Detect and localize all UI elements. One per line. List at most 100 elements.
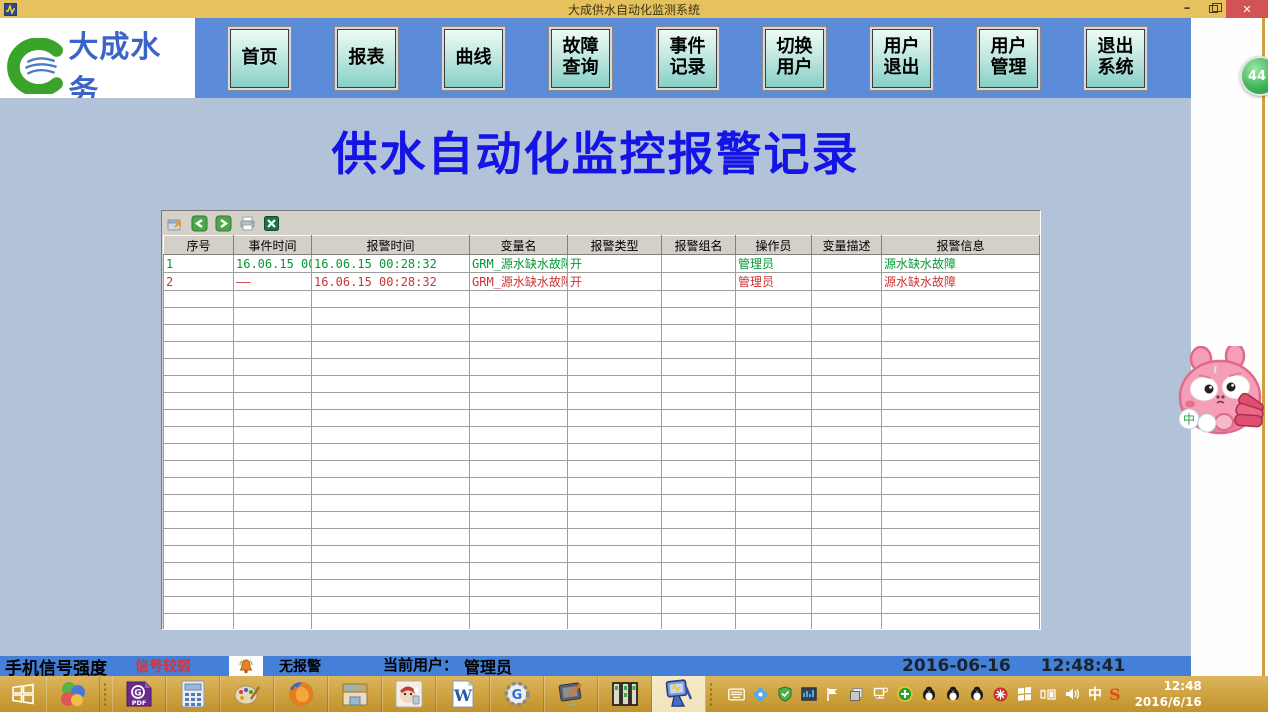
restore-button[interactable] (1200, 0, 1226, 18)
paint-app-icon[interactable] (220, 676, 274, 712)
col-header[interactable]: 变量描述 (812, 236, 882, 255)
table-row-empty (164, 342, 1040, 359)
close-button[interactable]: ✕ (1226, 0, 1268, 18)
word-app-icon[interactable]: W (436, 676, 490, 712)
col-header[interactable]: 序号 (164, 236, 234, 255)
tablet-pen-app-icon[interactable] (544, 676, 598, 712)
table-row[interactable]: 2 —— 16.06.15 00:28:32 GRM_源水缺水故障 开 管理员 … (164, 273, 1040, 291)
plc-app-icon[interactable] (598, 676, 652, 712)
page-title: 供水自动化监控报警记录 (0, 118, 1191, 184)
table-row-empty (164, 291, 1040, 308)
taskbar-clock[interactable]: 12:48 2016/6/16 (1135, 678, 1202, 710)
ime-badge: 中 (1183, 412, 1195, 427)
nav-button-fault-query[interactable]: 故障 查询 (549, 27, 612, 90)
nav-button-curves[interactable]: 曲线 (442, 27, 505, 90)
ime-indicator[interactable]: 中 (1088, 684, 1102, 704)
nav-button-exit-system[interactable]: 退出 系统 (1084, 27, 1147, 90)
next-arrow-icon[interactable] (215, 215, 232, 232)
col-header[interactable]: 变量名 (470, 236, 568, 255)
qq-penguin-icon[interactable] (920, 686, 937, 703)
table-row-empty (164, 393, 1040, 410)
svg-text:W: W (453, 686, 473, 705)
nav-button-event-records[interactable]: 事件 记录 (656, 27, 719, 90)
table-row-empty (164, 546, 1040, 563)
table-row-empty (164, 597, 1040, 614)
alarm-table-body: 1 16.06.15 00 16.06.15 00:28:32 GRM_源水缺水… (164, 255, 1040, 631)
export-icon[interactable] (167, 215, 184, 232)
calculator-app-icon[interactable] (166, 676, 220, 712)
col-header[interactable]: 操作员 (736, 236, 812, 255)
statusbar-time: 12:48:41 (1041, 656, 1126, 676)
touch-keyboard-icon[interactable] (728, 686, 745, 703)
copy-windows-icon[interactable] (848, 686, 865, 703)
main-content: 供水自动化监控报警记录 (0, 98, 1191, 656)
clock-time: 12:48 (1135, 678, 1202, 694)
print-icon[interactable] (239, 215, 256, 232)
table-row-empty (164, 376, 1040, 393)
explorer-app-icon[interactable] (328, 676, 382, 712)
table-row-empty (164, 410, 1040, 427)
taskbar-grip[interactable] (100, 676, 112, 712)
battery-icon[interactable] (1040, 686, 1057, 703)
start-button[interactable] (0, 676, 46, 712)
alarm-status-text: 无报警 (279, 656, 321, 676)
svg-text:G: G (134, 689, 141, 699)
company-name: 大成水务 (68, 22, 189, 110)
qq-penguin-icon[interactable] (968, 686, 985, 703)
table-toolbar (163, 212, 1039, 235)
gear-app-icon[interactable]: G (490, 676, 544, 712)
col-header[interactable]: 报警时间 (312, 236, 470, 255)
system-tray: 中 S (728, 684, 1121, 704)
windows-taskbar: G PDF (0, 676, 1268, 712)
red-snowflake-icon[interactable] (992, 686, 1009, 703)
nav-button-user-management[interactable]: 用户 管理 (977, 27, 1040, 90)
scada-app-icon[interactable] (652, 676, 706, 712)
shield-icon[interactable] (776, 686, 793, 703)
table-row-empty (164, 563, 1040, 580)
app-statusbar: 手机信号强度 信号较弱 无报警 当前用户： 管理员 2016-06-16 12:… (0, 656, 1191, 676)
table-row[interactable]: 1 16.06.15 00 16.06.15 00:28:32 GRM_源水缺水… (164, 255, 1040, 273)
minimize-button[interactable]: – (1174, 1, 1200, 17)
signal-strength-value: 信号较弱 (135, 656, 191, 676)
windows-tray-icon[interactable] (1016, 686, 1033, 703)
ime-mascot-sticker[interactable]: 中 (1176, 346, 1268, 438)
sogou-icon[interactable]: S (1109, 685, 1121, 704)
table-row-empty (164, 308, 1040, 325)
svg-text:G: G (511, 688, 522, 703)
alarm-table: 序号 事件时间 报警时间 变量名 报警类型 报警组名 操作员 变量描述 报警信息… (163, 235, 1040, 630)
nav-button-switch-user[interactable]: 切换 用户 (763, 27, 826, 90)
pinwheel-icon[interactable] (752, 686, 769, 703)
network-icon[interactable] (872, 686, 889, 703)
col-header[interactable]: 报警组名 (662, 236, 736, 255)
excel-icon[interactable] (263, 215, 280, 232)
firefox-app-icon[interactable] (274, 676, 328, 712)
flag-icon[interactable] (824, 686, 841, 703)
window-titlebar: 大成供水自动化监测系统 – ✕ (0, 0, 1268, 18)
current-user-name: 管理员 (464, 654, 512, 678)
table-header-row: 序号 事件时间 报警时间 变量名 报警类型 报警组名 操作员 变量描述 报警信息 (164, 236, 1040, 255)
table-row-empty (164, 325, 1040, 342)
col-header[interactable]: 报警信息 (882, 236, 1040, 255)
col-header[interactable]: 事件时间 (234, 236, 312, 255)
table-row-empty (164, 427, 1040, 444)
taskbar-grip[interactable] (706, 676, 718, 712)
company-logo: 大成水务 WANTONG (0, 18, 195, 98)
table-row-empty (164, 478, 1040, 495)
table-row-empty (164, 614, 1040, 631)
nav-button-reports[interactable]: 报表 (335, 27, 398, 90)
speaker-icon[interactable] (1064, 686, 1081, 703)
chart-tray-icon[interactable] (800, 686, 817, 703)
prev-arrow-icon[interactable] (191, 215, 208, 232)
pdf-app-icon[interactable]: G PDF (112, 676, 166, 712)
nav-button-home[interactable]: 首页 (228, 27, 291, 90)
table-row-empty (164, 461, 1040, 478)
green-plus-icon[interactable] (896, 686, 913, 703)
colorful-balls-icon[interactable] (46, 676, 100, 712)
santa-app-icon[interactable] (382, 676, 436, 712)
nav-button-user-logout[interactable]: 用户 退出 (870, 27, 933, 90)
statusbar-datetime: 2016-06-16 12:48:41 (902, 656, 1125, 676)
col-header[interactable]: 报警类型 (568, 236, 662, 255)
current-user: 当前用户： 管理员 (383, 654, 512, 678)
table-row-empty (164, 529, 1040, 546)
qq-penguin-icon[interactable] (944, 686, 961, 703)
